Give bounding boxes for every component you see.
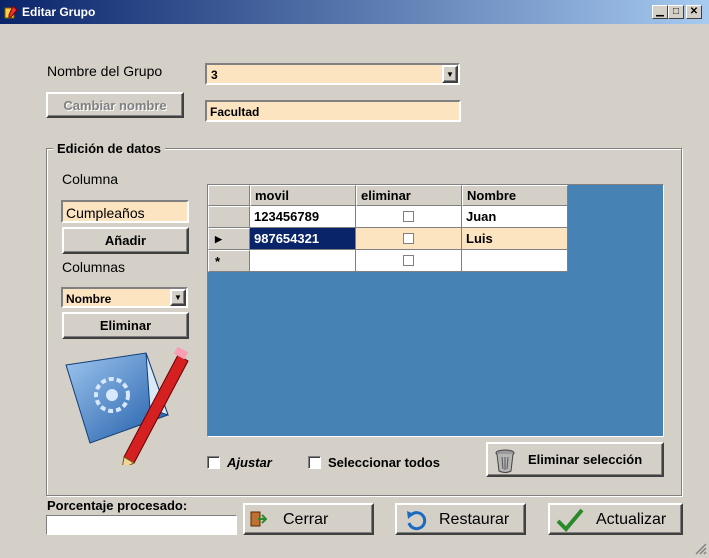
undo-icon (405, 509, 427, 534)
delete-selection-label: Eliminar selección (528, 452, 643, 467)
select-all-label[interactable]: Seleccionar todos (328, 455, 440, 470)
row-selector[interactable] (208, 206, 250, 228)
column-field[interactable]: Cumpleaños (61, 200, 189, 223)
cell-nombre-new[interactable] (462, 250, 568, 272)
grid-header-nombre[interactable]: Nombre (462, 185, 568, 206)
cell-movil-new[interactable] (250, 250, 356, 272)
close-label: Cerrar (283, 511, 329, 528)
window-title: Editar Grupo (22, 5, 96, 19)
exit-door-icon (249, 510, 268, 531)
row-delete-checkbox[interactable] (403, 255, 414, 266)
group-dropdown-button[interactable]: ▼ (442, 65, 458, 83)
restore-button[interactable]: Restaurar (395, 503, 526, 535)
column-label: Columna (62, 171, 119, 187)
ajustar-checkbox[interactable] (207, 456, 220, 469)
columns-select-value: Nombre (66, 292, 112, 306)
grid-corner-header (208, 185, 250, 206)
minimize-icon: ▁ (656, 6, 664, 17)
close-window-button[interactable]: ✕ (686, 5, 702, 19)
resize-grip-icon[interactable] (693, 541, 707, 555)
close-button[interactable]: Cerrar (243, 503, 374, 535)
remove-column-button[interactable]: Eliminar (62, 312, 189, 339)
minimize-button[interactable]: ▁ (652, 5, 668, 19)
edit-groupbox-legend: Edición de datos (53, 141, 166, 156)
chevron-down-icon: ▼ (446, 69, 454, 79)
ajustar-label[interactable]: Ajustar (227, 455, 272, 470)
data-grid[interactable]: movil eliminar Nombre 123456789 Juan ▶ 9… (207, 184, 664, 437)
columns-select[interactable]: Nombre ▼ (61, 287, 188, 308)
close-icon: ✕ (689, 6, 699, 17)
cell-movil[interactable]: 123456789 (250, 206, 356, 228)
title-bar[interactable]: Editar Grupo ▁ □ ✕ (0, 0, 709, 24)
edit-document-icon (60, 345, 190, 470)
maximize-icon: □ (672, 6, 680, 17)
row-selector-new[interactable]: * (208, 250, 250, 272)
group-name-value: 3 (211, 68, 218, 82)
cell-nombre[interactable]: Luis (462, 228, 568, 250)
update-button[interactable]: Actualizar (548, 503, 683, 535)
columns-dropdown-button[interactable]: ▼ (170, 289, 186, 306)
columns-label: Columnas (62, 259, 126, 275)
cell-eliminar-new[interactable] (356, 250, 462, 272)
checkmark-icon (556, 507, 584, 536)
progress-bar (46, 515, 237, 535)
grid-header-movil[interactable]: movil (250, 185, 356, 206)
delete-selection-button[interactable]: Eliminar selección (486, 442, 664, 477)
select-all-checkbox[interactable] (308, 456, 321, 469)
restore-label: Restaurar (439, 511, 510, 528)
update-label: Actualizar (596, 511, 667, 528)
row-delete-checkbox[interactable] (403, 211, 414, 222)
cell-nombre[interactable]: Juan (462, 206, 568, 228)
row-selector-current[interactable]: ▶ (208, 228, 250, 250)
app-icon (4, 5, 18, 19)
add-column-button[interactable]: Añadir (62, 227, 189, 254)
cell-movil-selected[interactable]: 987654321 (250, 228, 356, 250)
progress-label: Porcentaje procesado: (47, 498, 188, 513)
rename-button[interactable]: Cambiar nombre (46, 92, 184, 118)
column-field-value: Cumpleaños (66, 205, 145, 221)
grid-header-eliminar[interactable]: eliminar (356, 185, 462, 206)
chevron-down-icon: ▼ (174, 293, 182, 302)
trash-icon (494, 449, 516, 476)
cell-eliminar[interactable] (356, 228, 462, 250)
rename-field-value: Facultad (210, 105, 260, 119)
group-name-select[interactable]: 3 ▼ (205, 63, 460, 85)
cell-eliminar[interactable] (356, 206, 462, 228)
group-name-label: Nombre del Grupo (47, 63, 163, 79)
maximize-button[interactable]: □ (668, 5, 684, 19)
rename-field[interactable]: Facultad (205, 100, 461, 122)
row-delete-checkbox[interactable] (403, 233, 414, 244)
